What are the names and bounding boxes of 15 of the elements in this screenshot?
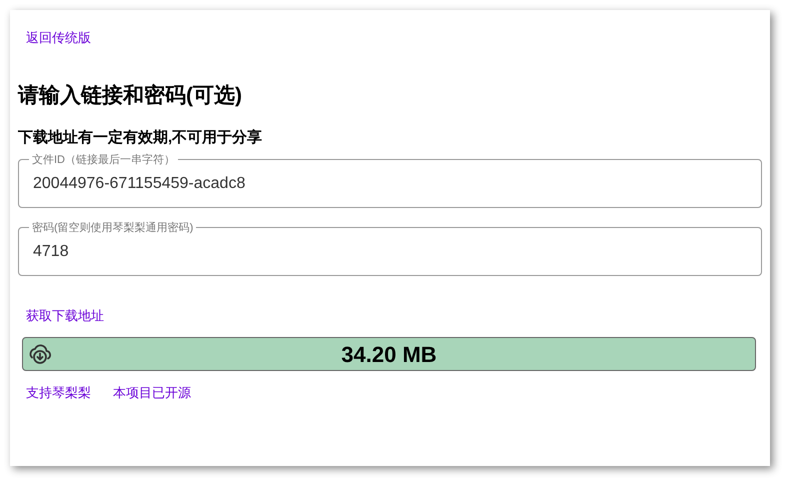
- field-label: 密码(留空则使用琴梨梨通用密码): [31, 220, 194, 236]
- footer-link[interactable]: 本项目已开源: [113, 383, 191, 402]
- download-cloud-icon: [27, 342, 53, 366]
- back-link[interactable]: 返回传统版: [26, 28, 91, 48]
- page-title: 请输入链接和密码(可选): [18, 82, 242, 108]
- download-button[interactable]: 34.20 MB: [22, 337, 756, 371]
- file-size: 34.20 MB: [340, 340, 438, 368]
- get-link-button[interactable]: 获取下载地址: [26, 306, 104, 325]
- field-value: 4718: [33, 242, 70, 262]
- footer-link[interactable]: 支持琴梨梨: [26, 383, 91, 402]
- input-field[interactable]: 密码(留空则使用琴梨梨通用密码) 4718: [18, 220, 762, 276]
- field-label: 文件ID（链接最后一串字符）: [31, 152, 176, 168]
- validity-note: 下载地址有一定有效期,不可用于分享: [18, 128, 262, 148]
- field-value: 20044976-671155459-acadc8: [33, 174, 246, 194]
- input-field[interactable]: 文件ID（链接最后一串字符） 20044976-671155459-acadc8: [18, 152, 762, 208]
